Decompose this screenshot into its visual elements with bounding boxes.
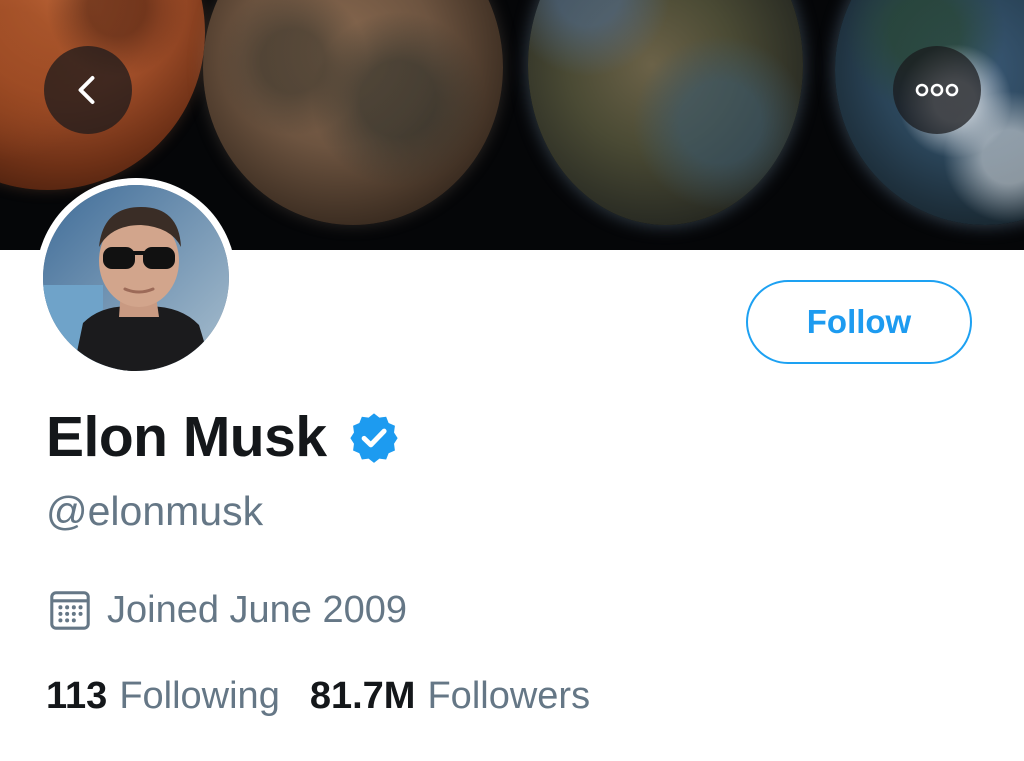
followers-label: Followers	[427, 674, 591, 717]
verified-badge-icon	[349, 413, 398, 463]
followers-count: 81.7M	[309, 674, 416, 717]
display-name: Elon Musk	[46, 405, 327, 469]
joined-date-row: Joined June 2009	[47, 582, 407, 638]
more-options-button[interactable]	[893, 46, 981, 134]
following-stat[interactable]: 113 Following	[46, 675, 280, 718]
profile-avatar[interactable]	[36, 178, 236, 378]
joined-date: Joined June 2009	[107, 588, 408, 631]
following-label: Following	[119, 674, 280, 717]
followers-stat[interactable]: 81.7M Followers	[310, 675, 590, 718]
following-count: 113	[46, 674, 108, 717]
planet-image	[203, 0, 503, 225]
calendar-icon	[50, 591, 90, 630]
back-button[interactable]	[44, 46, 132, 134]
follow-button[interactable]: Follow	[746, 280, 972, 364]
username-handle: @elonmusk	[46, 488, 264, 534]
name-row: Elon Musk	[46, 402, 401, 472]
chevron-left-icon	[78, 76, 95, 104]
planet-image	[528, 0, 803, 225]
more-options-icon	[915, 83, 959, 97]
follow-stats: 113 Following 81.7M Followers	[46, 668, 590, 724]
avatar-photo	[43, 185, 229, 371]
